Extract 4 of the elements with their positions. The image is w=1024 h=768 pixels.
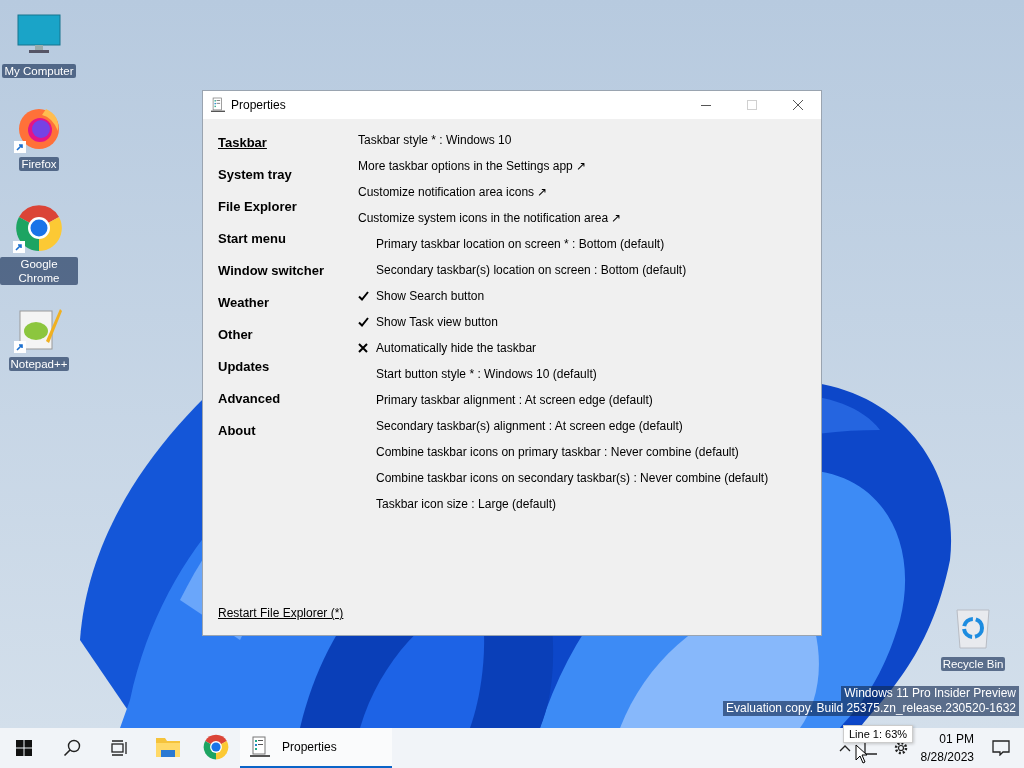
watermark-text: Windows 11 Pro Insider Preview bbox=[841, 686, 1019, 701]
tooltip: Line 1: 63% bbox=[843, 725, 914, 743]
window-title: Properties bbox=[231, 98, 287, 112]
watermark-text: Evaluation copy. Build 25375.zn_release.230520-1632 bbox=[723, 701, 1019, 716]
